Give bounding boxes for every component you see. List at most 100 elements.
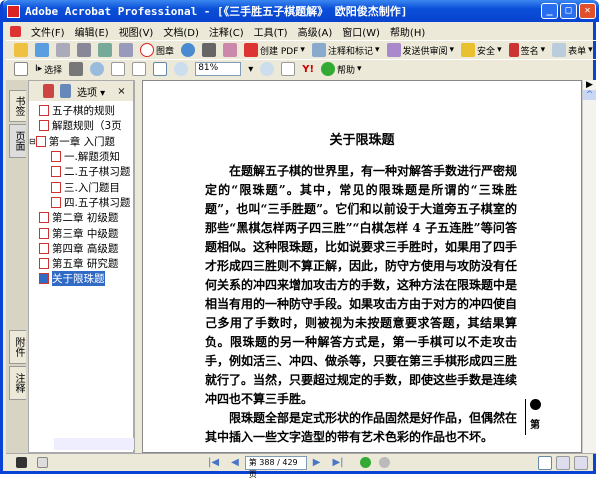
create-pdf-button[interactable]: 创建 PDF ▾ [244, 43, 305, 57]
sign-button[interactable]: 签名 ▾ [508, 43, 545, 57]
find-icon[interactable] [202, 43, 217, 57]
secure-button[interactable]: 安全 ▾ [461, 43, 502, 57]
menu-help[interactable]: 帮助(H) [390, 24, 425, 39]
organizer-icon[interactable] [98, 43, 112, 57]
fit-page-icon[interactable] [132, 62, 147, 76]
go-back-icon[interactable] [359, 457, 371, 468]
horizontal-scrollbar[interactable] [54, 438, 144, 450]
bookmark-label: 三.入门题目 [64, 181, 120, 194]
menu-window[interactable]: 窗口(W) [342, 24, 380, 39]
bookmark-item[interactable]: 第五章 研究题 [29, 256, 133, 271]
snapshot-icon[interactable] [69, 62, 84, 76]
bookmark-item[interactable]: 第三章 中级题 [29, 225, 133, 240]
zoom-out-icon[interactable] [174, 62, 189, 76]
previous-page-button[interactable]: ◀ [231, 457, 239, 468]
monitor-icon[interactable] [16, 457, 27, 468]
bookmark-icon [51, 151, 61, 163]
title-bar: Adobe Acrobat Professional - [《三手胜五子棋题解》… [3, 0, 599, 22]
zoom-in-icon[interactable] [90, 62, 105, 76]
web-icon[interactable] [181, 43, 196, 57]
bookmark-item[interactable]: 解题规则（3页 [29, 118, 133, 133]
forms-icon [552, 43, 567, 57]
page-number-field[interactable]: 第 388 / 429 页 [244, 455, 307, 479]
hand-tool-icon[interactable] [14, 62, 28, 76]
yahoo-icon[interactable]: Y! [302, 64, 314, 75]
select-tool[interactable]: I▸ 选择 [35, 63, 62, 76]
go-forward-icon[interactable] [378, 457, 390, 468]
secure-label: 安全 [477, 46, 496, 57]
select-label: 选择 [44, 65, 63, 76]
open-web-icon[interactable] [35, 43, 49, 57]
print-icon[interactable] [77, 43, 91, 57]
create-pdf-icon [244, 43, 259, 57]
zoom-dropdown-icon[interactable]: ▾ [248, 64, 253, 75]
tab-attachments[interactable]: 附件 [9, 330, 26, 364]
bookmark-item[interactable]: 第二章 初级题 [29, 210, 133, 225]
new-bookmark-icon[interactable] [60, 84, 71, 98]
tab-comments[interactable]: 注释 [9, 366, 26, 400]
pdf-doc-icon [10, 25, 21, 37]
attach-icon[interactable] [119, 43, 133, 57]
tab-pages[interactable]: 页面 [9, 124, 26, 158]
actual-size-icon[interactable] [111, 62, 126, 76]
window-icon[interactable] [37, 457, 48, 468]
options-menu[interactable]: 选项 ▾ [77, 84, 105, 99]
bookmark-item[interactable]: ⊟ 第一章 入门题 [29, 134, 133, 149]
menu-document[interactable]: 文档(D) [163, 24, 199, 39]
bookmark-label: 二.五子棋习题 [64, 166, 131, 179]
next-page-button[interactable]: ▶ [313, 457, 321, 468]
tab-bookmarks[interactable]: 书签 [9, 90, 26, 122]
zoom-plus-icon[interactable] [260, 62, 275, 76]
help-button[interactable]: 帮助 ▾ [321, 62, 362, 76]
menu-comments[interactable]: 注释(C) [209, 24, 244, 39]
bookmark-tree: 五子棋的规则 解题规则（3页 ⊟ 第一章 入门题 一.解题须知二.五子棋习题 三.入门题目… [29, 101, 133, 287]
expand-arrow-icon[interactable]: ▶ [583, 80, 596, 90]
save-icon[interactable] [56, 43, 70, 57]
rotate-icon[interactable] [281, 62, 296, 76]
close-panel-button[interactable]: × [117, 86, 125, 97]
minimize-button[interactable]: _ [541, 3, 558, 19]
menu-advanced[interactable]: 高级(A) [298, 24, 333, 39]
review-button[interactable]: 发送供审阅 ▾ [386, 43, 454, 57]
comment-button[interactable]: 注释和标记 ▾ [311, 43, 380, 57]
collapse-icon[interactable]: ⊟ [29, 137, 36, 146]
window-title: Adobe Acrobat Professional - [《三手胜五子棋题解》… [25, 5, 408, 18]
close-button[interactable]: ✕ [579, 3, 596, 19]
read-icon[interactable] [223, 43, 238, 57]
fit-width-icon[interactable] [153, 62, 168, 76]
bookmark-icon [39, 120, 49, 132]
vertical-scrollbar[interactable]: ▶ ^ [582, 80, 596, 453]
forms-button[interactable]: 表单 ▾ [552, 43, 593, 57]
bookmark-item[interactable]: 五子棋的规则 [29, 103, 133, 118]
forms-label: 表单 [568, 46, 587, 57]
menu-file[interactable]: 文件(F) [31, 24, 65, 39]
menu-view[interactable]: 视图(V) [119, 24, 154, 39]
zoom-input[interactable]: 81% [195, 62, 242, 76]
bookmark-item[interactable]: 三.入门题目 [29, 179, 133, 194]
margin-marker: 第 [525, 399, 541, 435]
menu-edit[interactable]: 编辑(E) [75, 24, 109, 39]
open-icon[interactable] [14, 43, 28, 57]
bookmark-item[interactable]: 关于限珠题 [29, 271, 133, 287]
bookmark-item[interactable]: 第四章 高级题 [29, 241, 133, 256]
paragraph: 限珠题全部是定式形状的作品固然是好作品，但偶然在其中插入一些文字造型的带有艺术色… [205, 411, 518, 444]
stamp-button[interactable]: 图章 [140, 43, 174, 57]
maximize-button[interactable]: □ [560, 3, 577, 19]
bookmark-icon [51, 196, 61, 208]
bookmark-item[interactable]: 一.解题须知 [29, 149, 133, 164]
bookmark-icon [39, 242, 49, 254]
bookmark-item[interactable]: 四.五子棋习题 [29, 195, 133, 210]
continuous-icon[interactable] [555, 455, 570, 470]
pen-icon [508, 43, 519, 57]
bookmark-label: 第五章 研究题 [52, 258, 119, 271]
panel-splitter[interactable] [134, 80, 142, 453]
bookmarks-panel: 选项 ▾ × 五子棋的规则 解题规则（3页 ⊟ 第一章 入门题 一.解题须知二.五子棋习… [28, 80, 144, 453]
bookmark-item[interactable]: 二.五子棋习题 [29, 164, 133, 179]
menu-tools[interactable]: 工具(T) [254, 24, 288, 39]
facing-icon[interactable] [573, 455, 588, 470]
single-page-icon[interactable] [537, 455, 552, 470]
first-page-button[interactable]: |◀ [208, 457, 219, 468]
scroll-up-icon[interactable]: ^ [583, 90, 596, 100]
delete-bookmark-icon[interactable] [43, 84, 54, 98]
last-page-button[interactable]: ▶| [332, 457, 343, 468]
